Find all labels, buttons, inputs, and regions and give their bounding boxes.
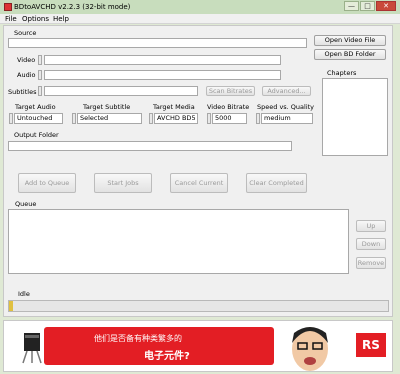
- target-audio-label: Target Audio: [15, 103, 56, 111]
- audio-field[interactable]: [44, 70, 281, 80]
- target-audio-spinner[interactable]: [9, 113, 13, 124]
- video-field[interactable]: [44, 55, 281, 65]
- target-subtitle-spinner[interactable]: [72, 113, 76, 124]
- video-bitrate-label: Video Bitrate: [207, 103, 250, 111]
- chapters-list[interactable]: [322, 78, 388, 156]
- source-label: Source: [14, 29, 37, 37]
- close-button[interactable]: ✕: [376, 1, 396, 11]
- status-text: Idle: [18, 290, 30, 298]
- queue-down-button[interactable]: Down: [356, 238, 386, 250]
- ad-headline: 他们是否备有种类繁多的: [94, 334, 182, 343]
- ad-logo: RS: [356, 333, 386, 357]
- speed-quality-spinner[interactable]: [256, 113, 260, 124]
- chip-component-icon: [22, 333, 42, 364]
- app-icon: [4, 3, 12, 11]
- progress-bar: [8, 300, 389, 312]
- ad-subheadline: 电子元件?: [144, 351, 190, 362]
- target-media-spinner[interactable]: [149, 113, 153, 124]
- target-subtitle-field[interactable]: Selected: [77, 113, 142, 124]
- subtitles-spinner[interactable]: [38, 86, 42, 96]
- ad-banner[interactable]: 他们是否备有种类繁多的 电子元件? RS: [3, 320, 393, 372]
- open-video-file-button[interactable]: Open Video File: [314, 35, 386, 46]
- video-bitrate-spinner[interactable]: [207, 113, 211, 124]
- menu-file[interactable]: File: [5, 14, 17, 24]
- video-spinner[interactable]: [38, 55, 42, 65]
- minimize-button[interactable]: —: [344, 1, 359, 11]
- queue-up-button[interactable]: Up: [356, 220, 386, 232]
- advanced-button[interactable]: Advanced...: [262, 86, 311, 96]
- open-bd-folder-button[interactable]: Open BD Folder: [314, 49, 386, 60]
- queue-label: Queue: [15, 200, 37, 208]
- audio-spinner[interactable]: [38, 70, 42, 80]
- maximize-button[interactable]: □: [360, 1, 375, 11]
- output-folder-label: Output Folder: [14, 131, 59, 139]
- target-media-label: Target Media: [153, 103, 195, 111]
- output-folder-field[interactable]: [8, 141, 292, 151]
- audio-label: Audio: [17, 71, 36, 79]
- scan-bitrates-button[interactable]: Scan Bitrates: [206, 86, 255, 96]
- target-media-field[interactable]: AVCHD BD5: [154, 113, 198, 124]
- subtitles-label: Subtitles: [8, 88, 37, 96]
- subtitles-field[interactable]: [44, 86, 198, 96]
- window-title: BDtoAVCHD v2.2.3 (32-bit mode): [14, 3, 131, 11]
- clear-completed-button[interactable]: Clear Completed: [246, 173, 307, 193]
- speed-quality-label: Speed vs. Quality: [257, 103, 315, 111]
- menu-help[interactable]: Help: [53, 14, 69, 24]
- speed-quality-field[interactable]: medium: [261, 113, 313, 124]
- queue-list[interactable]: [8, 209, 349, 274]
- chapters-label: Chapters: [327, 69, 357, 77]
- video-label: Video: [17, 56, 36, 64]
- add-to-queue-button[interactable]: Add to Queue: [18, 173, 76, 193]
- cancel-current-button[interactable]: Cancel Current: [170, 173, 228, 193]
- menu-options[interactable]: Options: [22, 14, 49, 24]
- start-jobs-button[interactable]: Start Jobs: [94, 173, 152, 193]
- queue-remove-button[interactable]: Remove: [356, 257, 386, 269]
- target-subtitle-label: Target Subtitle: [83, 103, 131, 111]
- person-photo: [292, 327, 328, 371]
- progress-fill: [9, 301, 13, 311]
- target-audio-field[interactable]: Untouched: [14, 113, 63, 124]
- source-field[interactable]: [8, 38, 307, 48]
- video-bitrate-field[interactable]: 5000: [212, 113, 247, 124]
